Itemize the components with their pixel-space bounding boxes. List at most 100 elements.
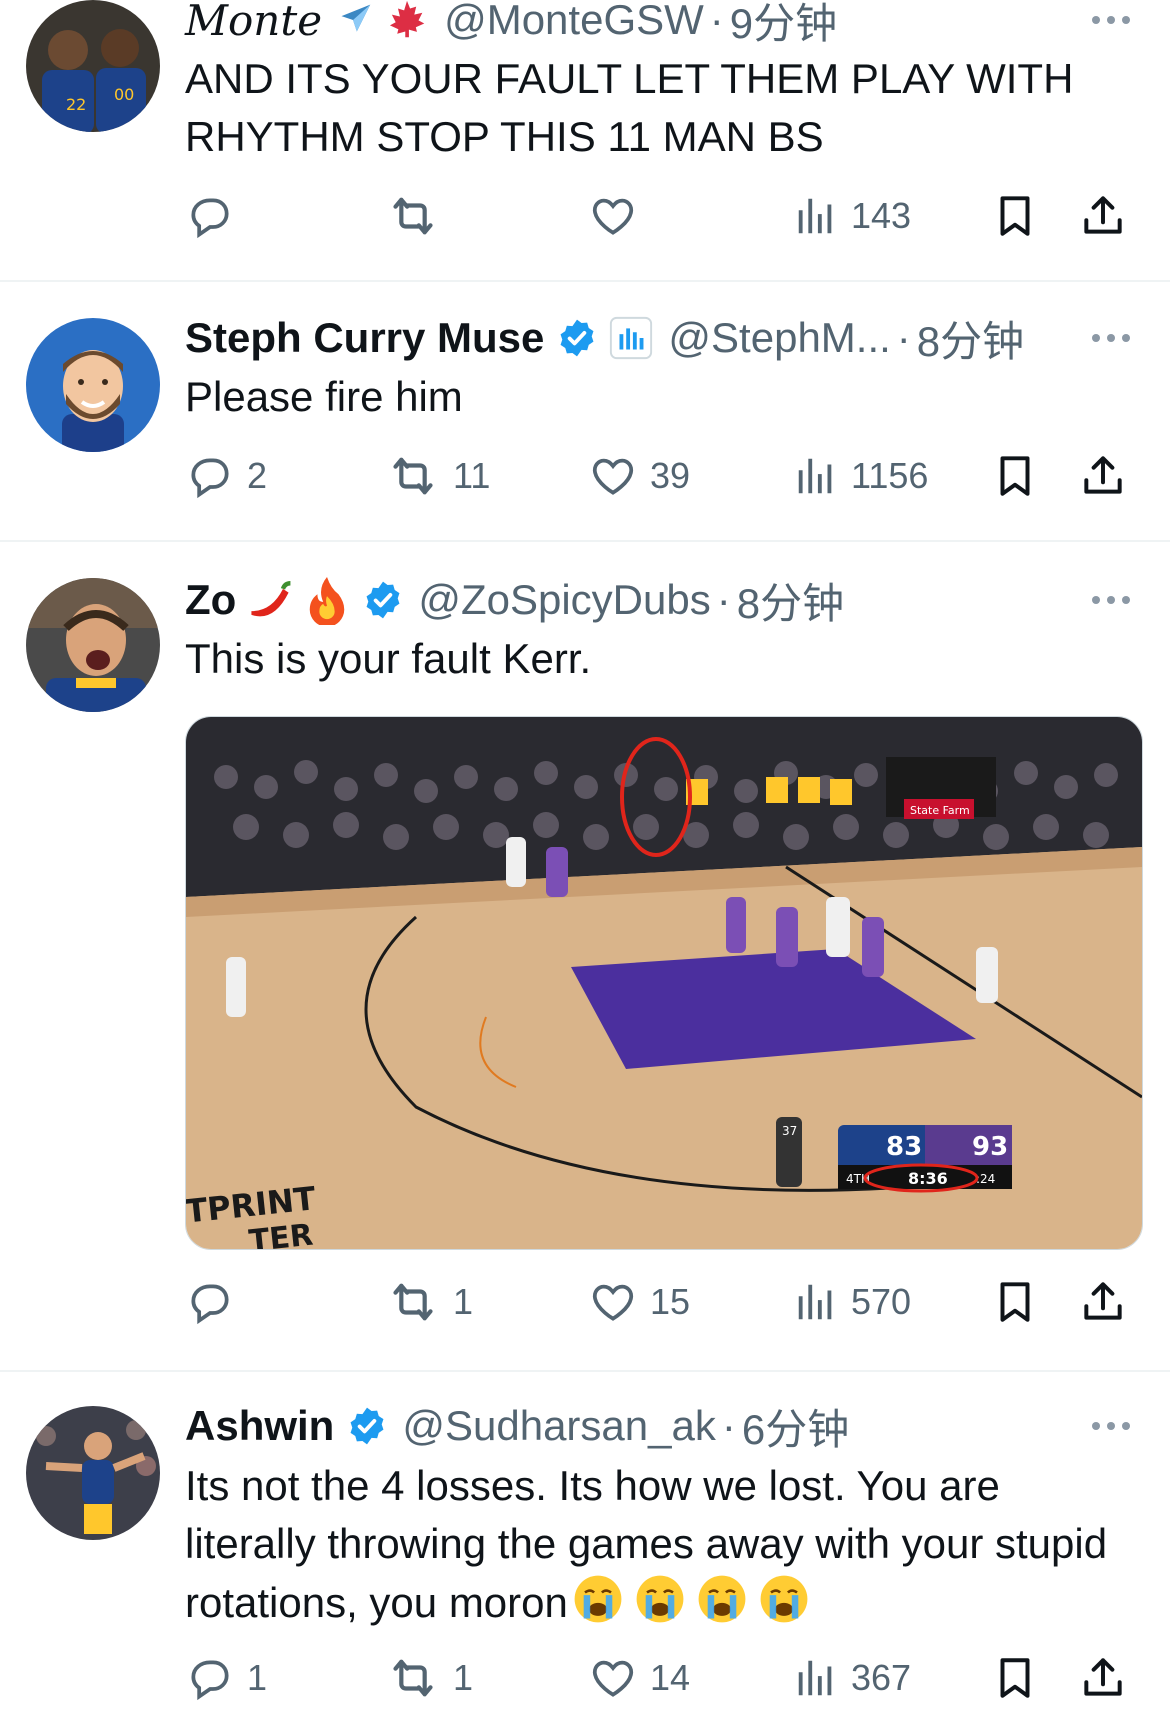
retweet-icon [385, 1650, 441, 1706]
tweet-actions: 2 11 39 1156 [185, 446, 1125, 506]
tweet-text: Its not the 4 losses. Its how we lost. Y… [185, 1457, 1125, 1640]
reply-button[interactable] [185, 186, 247, 246]
views-button[interactable]: 143 [793, 186, 911, 246]
separator-dot: · [716, 576, 731, 623]
like-button[interactable]: 14 [588, 1648, 690, 1708]
reply-icon [185, 1277, 235, 1327]
like-button[interactable]: 15 [588, 1272, 690, 1332]
svg-text:State Farm: State Farm [910, 804, 970, 817]
tweet-text: AND ITS YOUR FAULT LET THEM PLAY WITH RH… [185, 55, 1074, 160]
timestamp[interactable]: 8分钟 [737, 570, 844, 631]
share-button[interactable] [1078, 186, 1128, 246]
reply-button[interactable]: 2 [185, 446, 267, 506]
heart-icon [588, 1277, 638, 1327]
reply-button[interactable]: 1 [185, 1648, 267, 1708]
views-count: 570 [851, 1281, 912, 1322]
timestamp[interactable]: 6分钟 [742, 1396, 849, 1457]
basketball-game-photo: State Farm TPRINT TER 37 83 93 4TH 8:36 … [186, 717, 1142, 1249]
verified-badge-icon [362, 579, 404, 621]
separator-dot: · [896, 314, 911, 361]
heart-icon [588, 1653, 638, 1703]
views-count: 367 [851, 1657, 912, 1698]
retweet-button[interactable]: 11 [385, 446, 490, 506]
views-count: 1156 [851, 455, 929, 496]
shot-clock: :24 [976, 1172, 995, 1186]
bookmark-icon [990, 1277, 1040, 1327]
retweet-count: 1 [453, 1281, 474, 1322]
tweet-actions: 143 [185, 186, 1125, 246]
like-count: 39 [650, 455, 691, 496]
scoreboard: 83 93 4TH 8:36 :24 [838, 1125, 1012, 1193]
like-button[interactable] [588, 186, 650, 246]
display-name[interactable]: Zo [185, 576, 236, 624]
heart-icon [588, 191, 638, 241]
game-clock: 8:36 [908, 1169, 948, 1188]
share-icon [1078, 1277, 1128, 1327]
reply-icon [185, 451, 235, 501]
fire-emoji [304, 575, 350, 625]
views-button[interactable]: 570 [793, 1272, 911, 1332]
tweet-header: Ashwin @Sudharsan_ak · 6分钟 [185, 1400, 849, 1453]
reply-count: 2 [247, 455, 268, 496]
tweet-header: Monte @MonteGSW · 9分钟 [185, 0, 837, 47]
away-score: 93 [972, 1132, 1008, 1162]
retweet-button[interactable]: 1 [385, 1648, 473, 1708]
views-icon [793, 453, 839, 499]
retweet-button[interactable] [385, 186, 453, 246]
crying-face-emoji [572, 1573, 624, 1640]
reply-button[interactable] [185, 1272, 247, 1332]
tweet-text: This is your fault Kerr. [185, 635, 592, 682]
bookmark-icon [990, 1653, 1040, 1703]
svg-text:22: 22 [66, 95, 86, 114]
display-name[interactable]: Monte [185, 0, 322, 45]
divider [0, 1370, 1170, 1372]
crying-face-emoji [696, 1573, 748, 1640]
avatar[interactable] [26, 578, 160, 712]
crying-face-emoji [758, 1573, 810, 1640]
retweet-button[interactable]: 1 [385, 1272, 473, 1332]
court-floor-text: TER [247, 1218, 314, 1249]
retweet-icon [385, 188, 441, 244]
timestamp[interactable]: 9分钟 [730, 0, 837, 51]
svg-text:00: 00 [114, 85, 134, 104]
bookmark-button[interactable] [990, 186, 1040, 246]
share-button[interactable] [1078, 1272, 1128, 1332]
share-icon [1078, 1653, 1128, 1703]
more-options-icon[interactable] [1092, 0, 1130, 46]
home-score: 83 [886, 1132, 922, 1162]
bookmark-button[interactable] [990, 1648, 1040, 1708]
bookmark-button[interactable] [990, 446, 1040, 506]
like-button[interactable]: 39 [588, 446, 690, 506]
timestamp[interactable]: 8分钟 [917, 308, 1024, 369]
avatar[interactable]: 22 00 [26, 0, 160, 132]
views-count: 143 [851, 195, 912, 236]
display-name[interactable]: Ashwin [185, 1402, 334, 1450]
tweet-media-image[interactable]: State Farm TPRINT TER 37 83 93 4TH 8:36 … [185, 716, 1143, 1250]
reply-icon [185, 191, 235, 241]
retweet-icon [385, 448, 441, 504]
more-options-icon[interactable] [1092, 312, 1130, 364]
views-button[interactable]: 367 [793, 1648, 911, 1708]
user-handle[interactable]: @MonteGSW [444, 0, 704, 44]
reply-count: 1 [247, 1657, 268, 1698]
divider [0, 540, 1170, 542]
verified-badge-icon [556, 317, 598, 359]
share-button[interactable] [1078, 1648, 1128, 1708]
user-handle[interactable]: @Sudharsan_ak [402, 1402, 716, 1450]
more-options-icon[interactable] [1092, 574, 1130, 626]
bookmark-button[interactable] [990, 1272, 1040, 1332]
bookmark-icon [990, 451, 1040, 501]
tweet-header: Zo @ZoSpicyDubs · 8分钟 [185, 574, 844, 627]
display-name[interactable]: Steph Curry Muse [185, 314, 544, 362]
avatar[interactable] [26, 318, 160, 452]
views-button[interactable]: 1156 [793, 446, 928, 506]
tweet-header: Steph Curry Muse @StephM... · 8分钟 [185, 312, 1024, 365]
tweet-actions: 1 15 570 [185, 1272, 1125, 1332]
user-handle[interactable]: @StephM... [668, 314, 890, 362]
verified-badge-icon [346, 1405, 388, 1447]
affiliate-badge-icon [608, 315, 654, 361]
share-button[interactable] [1078, 446, 1128, 506]
user-handle[interactable]: @ZoSpicyDubs [418, 576, 710, 624]
more-options-icon[interactable] [1092, 1400, 1130, 1452]
avatar[interactable] [26, 1406, 160, 1540]
